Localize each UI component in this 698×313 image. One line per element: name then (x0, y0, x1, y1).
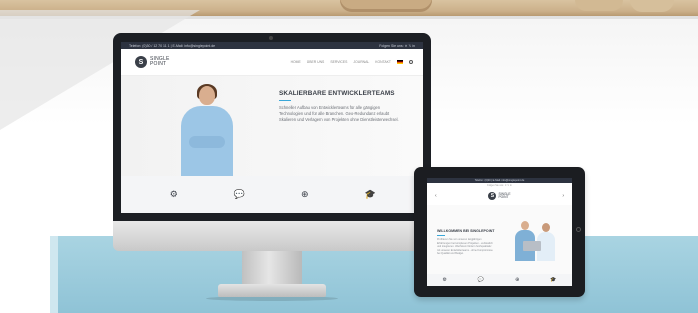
prev-arrow-icon[interactable]: ‹ (435, 193, 437, 199)
hero-section: SKALIERBARE ENTWICKLERTEAMS Schneller Au… (121, 76, 423, 176)
desktop-monitor: Telefon: (0)30 / 12 70 11 1 | E-Mail: in… (113, 33, 431, 221)
monitor-chin (113, 221, 431, 251)
tablet-screen: Telefon: (0)30 | E-Mail: info@singlepoin… (427, 178, 572, 286)
search-icon[interactable] (409, 60, 413, 64)
hero-title: SKALIERBARE ENTWICKLERTEAMS (279, 90, 395, 97)
tablet-hero-text: Profitieren Sie von unseren langjährigen… (437, 238, 493, 256)
person-head (199, 86, 215, 105)
site-logo[interactable]: S SINGLE POINT (135, 56, 170, 68)
gears-icon[interactable]: ⚙ (167, 189, 181, 200)
monitor-screen: Telefon: (0)30 / 12 70 11 1 | E-Mail: in… (121, 42, 423, 213)
logo-mark: S (135, 56, 147, 68)
laptop-image (523, 241, 541, 251)
tablet-logo-text: SINGLE POINT (498, 192, 510, 200)
support-icon[interactable]: ⊕ (515, 277, 519, 283)
tablet-home-button (576, 227, 581, 232)
monitor-stand-base (218, 284, 326, 297)
next-arrow-icon[interactable]: › (562, 193, 564, 199)
language-flag-icon[interactable] (397, 60, 403, 64)
feature-icons-row: ⚙ 💬 ⊕ 🎓 (121, 176, 423, 213)
tablet-hero-title: WILLKOMMEN BEI SINGLEPOINT (437, 229, 495, 233)
webcam-dot (269, 36, 273, 40)
main-menu: HOME ÜBER UNS SERVICES JOURNAL KONTAKT (291, 60, 413, 64)
gears-icon[interactable]: ⚙ (442, 277, 446, 283)
desk-object (630, 0, 674, 12)
graduation-cap-icon[interactable]: 🎓 (550, 277, 556, 283)
tablet-navbar: ‹ S SINGLE POINT › (427, 187, 572, 205)
tablet-hero-divider (437, 235, 445, 236)
tablet-social-links[interactable]: Folgen Sie uns: ✕ 𝕏 in (487, 184, 511, 187)
tablet-contact-info[interactable]: Telefon: (0)30 | E-Mail: info@singlepoin… (475, 179, 525, 182)
person-head (542, 223, 550, 232)
monitor-stand-neck (242, 251, 302, 287)
menu-item-journal[interactable]: JOURNAL (353, 60, 369, 64)
desk-object (575, 0, 623, 11)
tablet-logo-mark: S (488, 192, 497, 200)
hero-divider (279, 100, 291, 101)
support-icon[interactable]: ⊕ (298, 189, 312, 200)
graduation-cap-icon[interactable]: 🎓 (363, 189, 377, 200)
person-arms (189, 136, 225, 148)
social-links[interactable]: Folgen Sie uns: ✕ 𝕏 in (379, 44, 415, 48)
menu-item-contact[interactable]: KONTAKT (375, 60, 391, 64)
hero-person-image (179, 84, 235, 176)
person-head (521, 221, 529, 230)
menu-item-home[interactable]: HOME (291, 60, 301, 64)
tablet-hero-section: WILLKOMMEN BEI SINGLEPOINT Profitieren S… (427, 205, 572, 275)
tablet-device: Telefon: (0)30 | E-Mail: info@singlepoin… (414, 167, 585, 297)
chat-icon[interactable]: 💬 (478, 277, 484, 283)
logo-line-2: POINT (150, 61, 167, 67)
chat-icon[interactable]: 💬 (232, 189, 246, 200)
site-navbar: S SINGLE POINT HOME ÜBER UNS SERVICES JO… (121, 49, 423, 76)
menu-item-about[interactable]: ÜBER UNS (307, 60, 325, 64)
hero-text: Schneller Aufbau von Entwicklerteams für… (279, 105, 399, 123)
tablet-feature-icons-row: ⚙ 💬 ⊕ 🎓 (427, 274, 572, 286)
logo-text: SINGLE POINT (150, 57, 170, 67)
tablet-logo-line-2: POINT (498, 195, 509, 199)
tablet-logo[interactable]: S SINGLE POINT (488, 192, 511, 200)
contact-info[interactable]: Telefon: (0)30 / 12 70 11 1 | E-Mail: in… (129, 44, 215, 48)
desk-object (340, 0, 432, 12)
product-mockup-scene: Telefon: (0)30 / 12 70 11 1 | E-Mail: in… (0, 0, 698, 313)
menu-item-services[interactable]: SERVICES (330, 60, 347, 64)
site-topbar: Telefon: (0)30 / 12 70 11 1 | E-Mail: in… (121, 42, 423, 49)
